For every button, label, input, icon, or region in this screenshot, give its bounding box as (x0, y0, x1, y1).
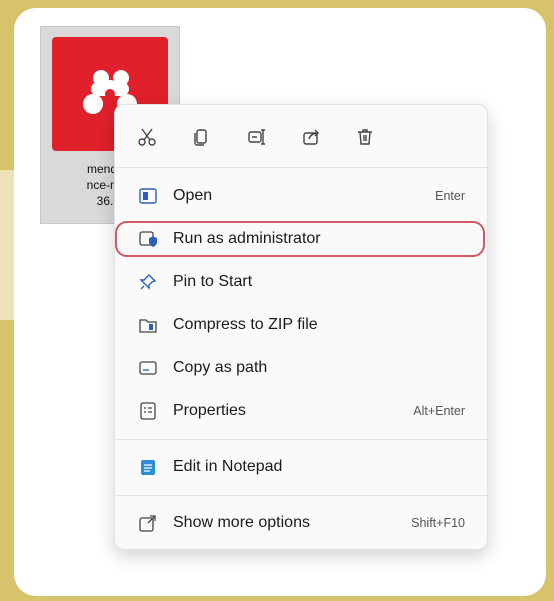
menu-divider (115, 439, 487, 440)
shield-icon (137, 228, 159, 250)
menu-item-compress-zip[interactable]: Compress to ZIP file (117, 308, 485, 342)
notepad-icon (137, 456, 159, 478)
menu-item-shortcut: Enter (435, 189, 465, 203)
copy-button[interactable] (183, 119, 219, 155)
menu-item-label: Pin to Start (173, 273, 253, 290)
share-icon (303, 129, 319, 145)
menu-item-edit-in-notepad[interactable]: Edit in Notepad (117, 450, 485, 484)
menu-item-label: Properties (173, 402, 246, 419)
menu-item-label: Open (173, 187, 213, 204)
menu-item-label: Compress to ZIP file (173, 316, 318, 333)
cut-button[interactable] (129, 119, 165, 155)
menu-item-label: Copy as path (173, 359, 268, 376)
properties-icon (137, 400, 159, 422)
path-icon (137, 357, 159, 379)
context-menu: Open Enter Run as administrator Pin to S… (114, 104, 488, 550)
zip-folder-icon (137, 314, 159, 336)
expand-icon (137, 512, 159, 534)
pin-icon (137, 271, 159, 293)
rename-button[interactable] (239, 119, 275, 155)
menu-divider (115, 495, 487, 496)
delete-icon (358, 129, 372, 145)
menu-item-properties[interactable]: Properties Alt+Enter (117, 394, 485, 428)
menu-item-pin-to-start[interactable]: Pin to Start (117, 265, 485, 299)
menu-item-label: Run as administrator (173, 230, 321, 247)
cut-icon (138, 128, 156, 146)
copy-icon (194, 129, 207, 146)
menu-item-shortcut: Shift+F10 (411, 516, 465, 530)
menu-item-copy-as-path[interactable]: Copy as path (117, 351, 485, 385)
menu-item-label: Show more options (173, 514, 310, 531)
menu-item-open[interactable]: Open Enter (117, 179, 485, 213)
menu-divider (115, 167, 487, 168)
menu-item-shortcut: Alt+Enter (413, 404, 465, 418)
menu-item-label: Edit in Notepad (173, 458, 283, 475)
share-button[interactable] (293, 119, 329, 155)
rename-icon (248, 129, 265, 145)
menu-toolbar (115, 105, 487, 165)
menu-item-show-more-options[interactable]: Show more options Shift+F10 (117, 506, 485, 540)
open-icon (137, 185, 159, 207)
delete-button[interactable] (347, 119, 383, 155)
menu-item-run-as-administrator[interactable]: Run as administrator (117, 222, 485, 256)
